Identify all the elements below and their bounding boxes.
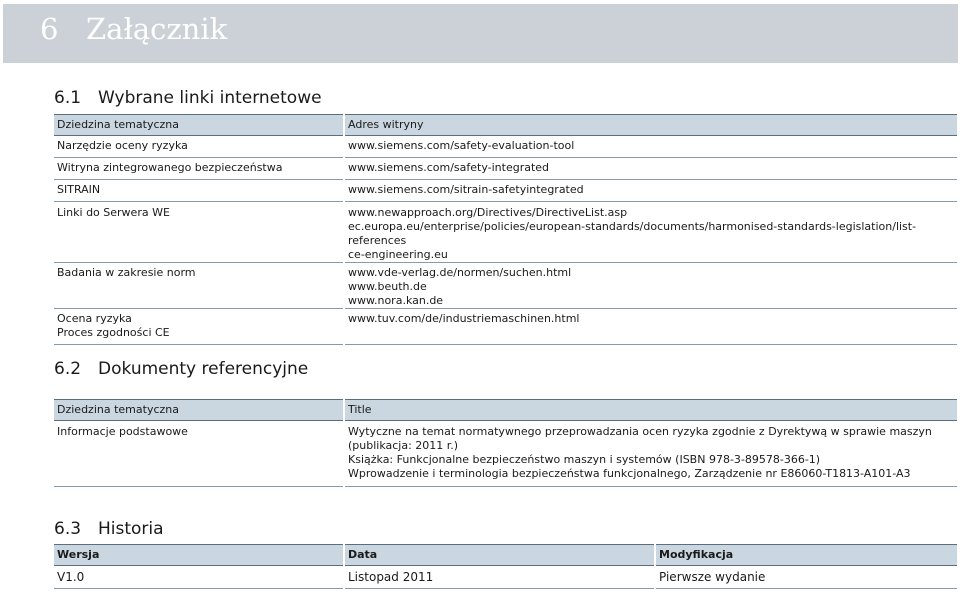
- topic-cell: Badania w zakresie norm: [54, 262, 344, 309]
- url-cell: www.siemens.com/safety-evaluation-tool: [343, 135, 957, 158]
- document-line: Wprowadzenie i terminologia bezpieczeńst…: [348, 467, 911, 480]
- url-link[interactable]: ec.europa.eu/enterprise/policies/europea…: [348, 220, 954, 248]
- url-link[interactable]: www.beuth.de: [348, 280, 954, 294]
- section-heading-links: 6.1 Wybrane linki internetowe: [54, 88, 322, 108]
- table-header-row: Dziedzina tematyczna Title: [54, 399, 957, 421]
- document-line: (publikacja: 2011 r.): [348, 439, 459, 452]
- url-cell: www.siemens.com/safety-integrated: [343, 157, 957, 180]
- section-title: Historia: [98, 519, 164, 539]
- topic-cell: Witryna zintegrowanego bezpieczeństwa: [54, 157, 344, 180]
- column-header-modification: Modyfikacja: [654, 544, 957, 566]
- column-header-version: Wersja: [54, 544, 344, 566]
- url-link[interactable]: www.siemens.com/safety-evaluation-tool: [348, 139, 954, 153]
- url-cell: www.vde-verlag.de/normen/suchen.html www…: [343, 262, 957, 309]
- url-link[interactable]: ce-engineering.eu: [348, 248, 954, 262]
- table-row: Witryna zintegrowanego bezpieczeństwa ww…: [54, 157, 957, 180]
- document-line: Książka: Funkcjonalne bezpieczeństwo mas…: [348, 453, 821, 466]
- table-header-row: Wersja Data Modyfikacja: [54, 544, 957, 566]
- table-row: Informacje podstawowe Wytyczne na temat …: [54, 420, 957, 487]
- column-header-topic: Dziedzina tematyczna: [54, 114, 344, 136]
- url-cell: www.tuv.com/de/industriemaschinen.html: [343, 308, 957, 345]
- table-row: Ocena ryzyka Proces zgodności CE www.tuv…: [54, 308, 957, 345]
- topic-cell: Informacje podstawowe: [54, 420, 344, 487]
- documents-table: Dziedzina tematyczna Title Informacje po…: [54, 399, 957, 487]
- date-cell: Listopad 2011: [343, 565, 655, 589]
- table-row: Narzędzie oceny ryzyka www.siemens.com/s…: [54, 135, 957, 158]
- document-cell: Wytyczne na temat normatywnego przeprowa…: [343, 420, 957, 487]
- section-heading-documents: 6.2 Dokumenty referencyjne: [54, 359, 308, 379]
- version-cell: V1.0: [54, 565, 344, 589]
- topic-cell: Ocena ryzyka Proces zgodności CE: [54, 308, 344, 345]
- column-header-topic: Dziedzina tematyczna: [54, 399, 344, 421]
- url-link[interactable]: www.tuv.com/de/industriemaschinen.html: [348, 312, 954, 326]
- url-link[interactable]: www.siemens.com/sitrain-safetyintegrated: [348, 183, 954, 197]
- table-header-row: Dziedzina tematyczna Adres witryny: [54, 114, 957, 136]
- column-header-title: Title: [343, 399, 957, 421]
- column-header-date: Data: [343, 544, 655, 566]
- url-cell: www.siemens.com/sitrain-safetyintegrated: [343, 179, 957, 202]
- column-header-address: Adres witryny: [343, 114, 957, 136]
- section-title: Wybrane linki internetowe: [98, 88, 322, 108]
- topic-cell: SITRAIN: [54, 179, 344, 202]
- topic-cell: Narzędzie oceny ryzyka: [54, 135, 344, 158]
- url-cell: www.newapproach.org/Directives/Directive…: [343, 201, 957, 263]
- topic-cell: Linki do Serwera WE: [54, 201, 344, 263]
- table-row: SITRAIN www.siemens.com/sitrain-safetyin…: [54, 179, 957, 202]
- section-number: 6.3: [54, 519, 82, 539]
- history-table: Wersja Data Modyfikacja V1.0 Listopad 20…: [54, 544, 957, 589]
- modification-cell: Pierwsze wydanie: [654, 565, 957, 589]
- url-link[interactable]: www.nora.kan.de: [348, 294, 954, 308]
- url-link[interactable]: www.vde-verlag.de/normen/suchen.html: [348, 266, 954, 280]
- table-row: Linki do Serwera WE www.newapproach.org/…: [54, 201, 957, 263]
- document-line: Wytyczne na temat normatywnego przeprowa…: [348, 425, 932, 438]
- table-row: Badania w zakresie norm www.vde-verlag.d…: [54, 262, 957, 309]
- section-number: 6.2: [54, 359, 82, 379]
- section-title: Dokumenty referencyjne: [98, 359, 309, 379]
- chapter-title: Załącznik: [86, 12, 228, 46]
- url-link[interactable]: www.newapproach.org/Directives/Directive…: [348, 206, 954, 220]
- table-row: V1.0 Listopad 2011 Pierwsze wydanie: [54, 565, 957, 589]
- section-number: 6.1: [54, 88, 82, 108]
- links-table: Dziedzina tematyczna Adres witryny Narzę…: [54, 114, 957, 345]
- url-link[interactable]: www.siemens.com/safety-integrated: [348, 161, 954, 175]
- section-heading-history: 6.3 Historia: [54, 519, 164, 539]
- chapter-number: 6: [40, 12, 59, 46]
